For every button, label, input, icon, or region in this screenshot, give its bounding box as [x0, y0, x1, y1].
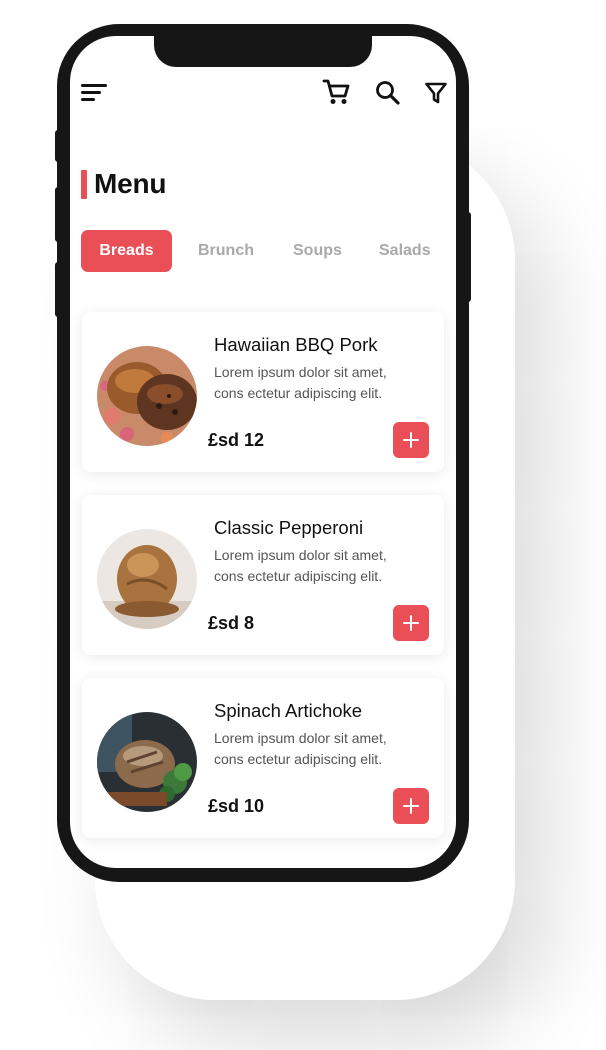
title-accent-bar: [81, 170, 87, 199]
item-price: £sd 8: [208, 613, 255, 633]
search-icon[interactable]: [375, 80, 401, 106]
item-description: Lorem ipsum dolor sit amet, cons ectetur…: [214, 728, 429, 770]
item-description-line: cons ectetur adipiscing elit.: [214, 385, 383, 401]
item-description: Lorem ipsum dolor sit amet, cons ectetur…: [214, 362, 429, 404]
tab-salads[interactable]: Salads: [379, 230, 431, 272]
item-name: Classic Pepperoni: [214, 517, 364, 538]
item-description-line: cons ectetur adipiscing elit.: [214, 568, 383, 584]
item-description-line: Lorem ipsum dolor sit amet,: [214, 364, 387, 380]
add-to-cart-button[interactable]: [393, 788, 429, 824]
item-name: Spinach Artichoke: [214, 700, 363, 721]
page-title: Menu: [94, 168, 167, 199]
tab-soups[interactable]: Soups: [293, 230, 342, 272]
phone-notch: [154, 36, 372, 67]
tab-breads[interactable]: Breads: [81, 230, 172, 272]
item-description-line: Lorem ipsum dolor sit amet,: [214, 730, 387, 746]
item-description-line: cons ectetur adipiscing elit.: [214, 751, 383, 767]
phone-frame: Menu Breads Brunch Soups Salads Hawaiian…: [57, 24, 469, 882]
menu-item-card[interactable]: Classic Pepperoni Lorem ipsum dolor sit …: [82, 495, 444, 655]
item-price: £sd 10: [208, 796, 265, 816]
menu-icon[interactable]: [81, 83, 109, 103]
item-image: [97, 712, 197, 812]
item-image: [97, 346, 197, 446]
item-name: Hawaiian BBQ Pork: [214, 334, 378, 355]
item-image: [97, 529, 197, 629]
add-to-cart-button[interactable]: [393, 605, 429, 641]
menu-item-card[interactable]: Hawaiian BBQ Pork Lorem ipsum dolor sit …: [82, 312, 444, 472]
menu-item-card[interactable]: Spinach Artichoke Lorem ipsum dolor sit …: [82, 678, 444, 838]
cart-icon[interactable]: [322, 78, 350, 106]
app-screen: Menu Breads Brunch Soups Salads Hawaiian…: [70, 36, 456, 868]
add-to-cart-button[interactable]: [393, 422, 429, 458]
item-price: £sd 12: [208, 430, 265, 450]
item-description: Lorem ipsum dolor sit amet, cons ectetur…: [214, 545, 429, 587]
tab-brunch[interactable]: Brunch: [198, 230, 254, 272]
item-description-line: Lorem ipsum dolor sit amet,: [214, 547, 387, 563]
filter-icon[interactable]: [424, 81, 448, 105]
